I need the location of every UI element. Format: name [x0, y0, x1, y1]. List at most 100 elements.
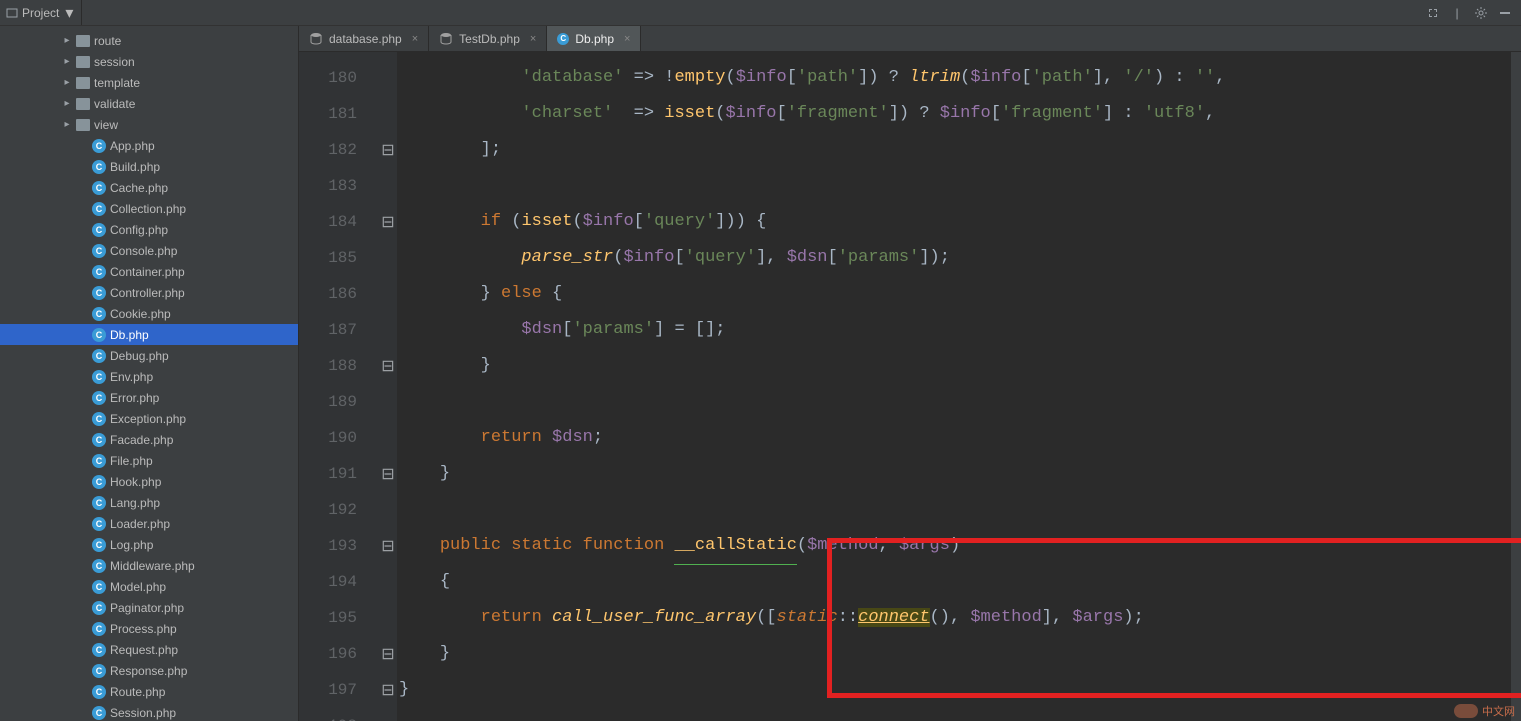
- tab-database[interactable]: database.php ×: [299, 26, 429, 51]
- line-number: 197: [299, 672, 379, 708]
- class-icon: C: [92, 160, 106, 174]
- file-debug[interactable]: CDebug.php: [0, 345, 298, 366]
- class-icon: C: [92, 517, 106, 531]
- close-icon[interactable]: ×: [530, 33, 536, 45]
- code-editor[interactable]: 180 181 182 183 184 185 186 187 188 189 …: [299, 52, 1521, 721]
- file-env[interactable]: CEnv.php: [0, 366, 298, 387]
- class-icon: C: [92, 139, 106, 153]
- file-label: Loader.php: [110, 517, 170, 531]
- file-model[interactable]: CModel.php: [0, 576, 298, 597]
- folder-icon: [76, 77, 90, 89]
- folder-template[interactable]: ▸template: [0, 72, 298, 93]
- file-label: Middleware.php: [110, 559, 195, 573]
- class-icon: C: [92, 643, 106, 657]
- file-label: Cookie.php: [110, 307, 171, 321]
- folder-label: template: [94, 76, 140, 90]
- close-icon[interactable]: ×: [412, 33, 418, 45]
- fold-marker[interactable]: ⊟: [379, 132, 397, 168]
- file-log[interactable]: CLog.php: [0, 534, 298, 555]
- title-bar: Project ▾ |: [0, 0, 1521, 26]
- fold-marker[interactable]: ⊟: [379, 672, 397, 708]
- file-config[interactable]: C Config.php: [0, 219, 298, 240]
- class-icon: C: [92, 433, 106, 447]
- class-icon: C: [92, 559, 106, 573]
- file-label: File.php: [110, 454, 153, 468]
- folder-session[interactable]: ▸session: [0, 51, 298, 72]
- file-db[interactable]: CDb.php: [0, 324, 298, 345]
- file-label: Console.php: [110, 244, 177, 258]
- file-response[interactable]: CResponse.php: [0, 660, 298, 681]
- file-app[interactable]: CApp.php: [0, 135, 298, 156]
- code-content[interactable]: 'database' => !empty($info['path']) ? lt…: [397, 52, 1511, 721]
- file-lang[interactable]: CLang.php: [0, 492, 298, 513]
- fold-marker[interactable]: ⊟: [379, 528, 397, 564]
- tab-testdb[interactable]: TestDb.php ×: [429, 26, 547, 51]
- file-facade[interactable]: C Facade.php: [0, 429, 298, 450]
- file-file[interactable]: CFile.php: [0, 450, 298, 471]
- file-error[interactable]: CError.php: [0, 387, 298, 408]
- file-label: Controller.php: [110, 286, 185, 300]
- folder-label: validate: [94, 97, 135, 111]
- file-label: Facade.php: [110, 433, 173, 447]
- file-cache[interactable]: CCache.php: [0, 177, 298, 198]
- close-icon[interactable]: ×: [624, 33, 630, 45]
- tab-label: TestDb.php: [459, 32, 520, 46]
- line-number: 187: [299, 312, 379, 348]
- line-number: 195: [299, 600, 379, 636]
- file-cookie[interactable]: CCookie.php: [0, 303, 298, 324]
- divider-icon: |: [1449, 5, 1465, 21]
- class-icon: C: [92, 328, 106, 342]
- file-session[interactable]: CSession.php: [0, 702, 298, 721]
- tab-db[interactable]: C Db.php×: [547, 26, 641, 51]
- fold-marker[interactable]: ⊟: [379, 636, 397, 672]
- file-request[interactable]: C Request.php: [0, 639, 298, 660]
- collapse-icon[interactable]: [1425, 5, 1441, 21]
- file-route[interactable]: CRoute.php: [0, 681, 298, 702]
- file-controller[interactable]: CController.php: [0, 282, 298, 303]
- file-paginator[interactable]: CPaginator.php: [0, 597, 298, 618]
- dropdown-icon[interactable]: ▾: [63, 7, 75, 19]
- line-number: 196: [299, 636, 379, 672]
- folder-validate[interactable]: ▸validate: [0, 93, 298, 114]
- file-label: Process.php: [110, 622, 177, 636]
- watermark-text: 中文网: [1482, 703, 1515, 719]
- line-number: 181: [299, 96, 379, 132]
- file-container[interactable]: CContainer.php: [0, 261, 298, 282]
- file-label: Log.php: [110, 538, 153, 552]
- line-number: 191: [299, 456, 379, 492]
- tab-label: Db.php: [575, 32, 614, 46]
- editor-tabs: database.php× TestDb.php× C Db.php×: [299, 26, 1521, 52]
- file-console[interactable]: CConsole.php: [0, 240, 298, 261]
- hide-icon[interactable]: [1497, 5, 1513, 21]
- file-label: Route.php: [110, 685, 165, 699]
- file-label: Container.php: [110, 265, 185, 279]
- file-middleware[interactable]: C Middleware.php: [0, 555, 298, 576]
- database-icon: [309, 32, 323, 46]
- tab-label: database.php: [329, 32, 402, 46]
- file-label: Debug.php: [110, 349, 169, 363]
- line-number: 198: [299, 708, 379, 721]
- file-loader[interactable]: C Loader.php: [0, 513, 298, 534]
- project-label[interactable]: Project: [22, 6, 59, 20]
- file-build[interactable]: CBuild.php: [0, 156, 298, 177]
- folder-icon: [76, 98, 90, 110]
- gear-icon[interactable]: [1473, 5, 1489, 21]
- fold-marker[interactable]: ⊟: [379, 456, 397, 492]
- scrollbar[interactable]: [1511, 52, 1521, 721]
- file-label: Request.php: [110, 643, 178, 657]
- folder-label: route: [94, 34, 121, 48]
- line-number: 183: [299, 168, 379, 204]
- folder-view[interactable]: ▸view: [0, 114, 298, 135]
- fold-marker[interactable]: ⊟: [379, 204, 397, 240]
- fold-marker[interactable]: ⊟: [379, 348, 397, 384]
- class-icon: C: [92, 664, 106, 678]
- file-label: Config.php: [110, 223, 168, 237]
- file-process[interactable]: CProcess.php: [0, 618, 298, 639]
- class-icon: C: [92, 223, 106, 237]
- line-number: 182: [299, 132, 379, 168]
- file-collection[interactable]: CCollection.php: [0, 198, 298, 219]
- file-hook[interactable]: CHook.php: [0, 471, 298, 492]
- file-exception[interactable]: CException.php: [0, 408, 298, 429]
- folder-route[interactable]: ▸route: [0, 30, 298, 51]
- line-number: 184: [299, 204, 379, 240]
